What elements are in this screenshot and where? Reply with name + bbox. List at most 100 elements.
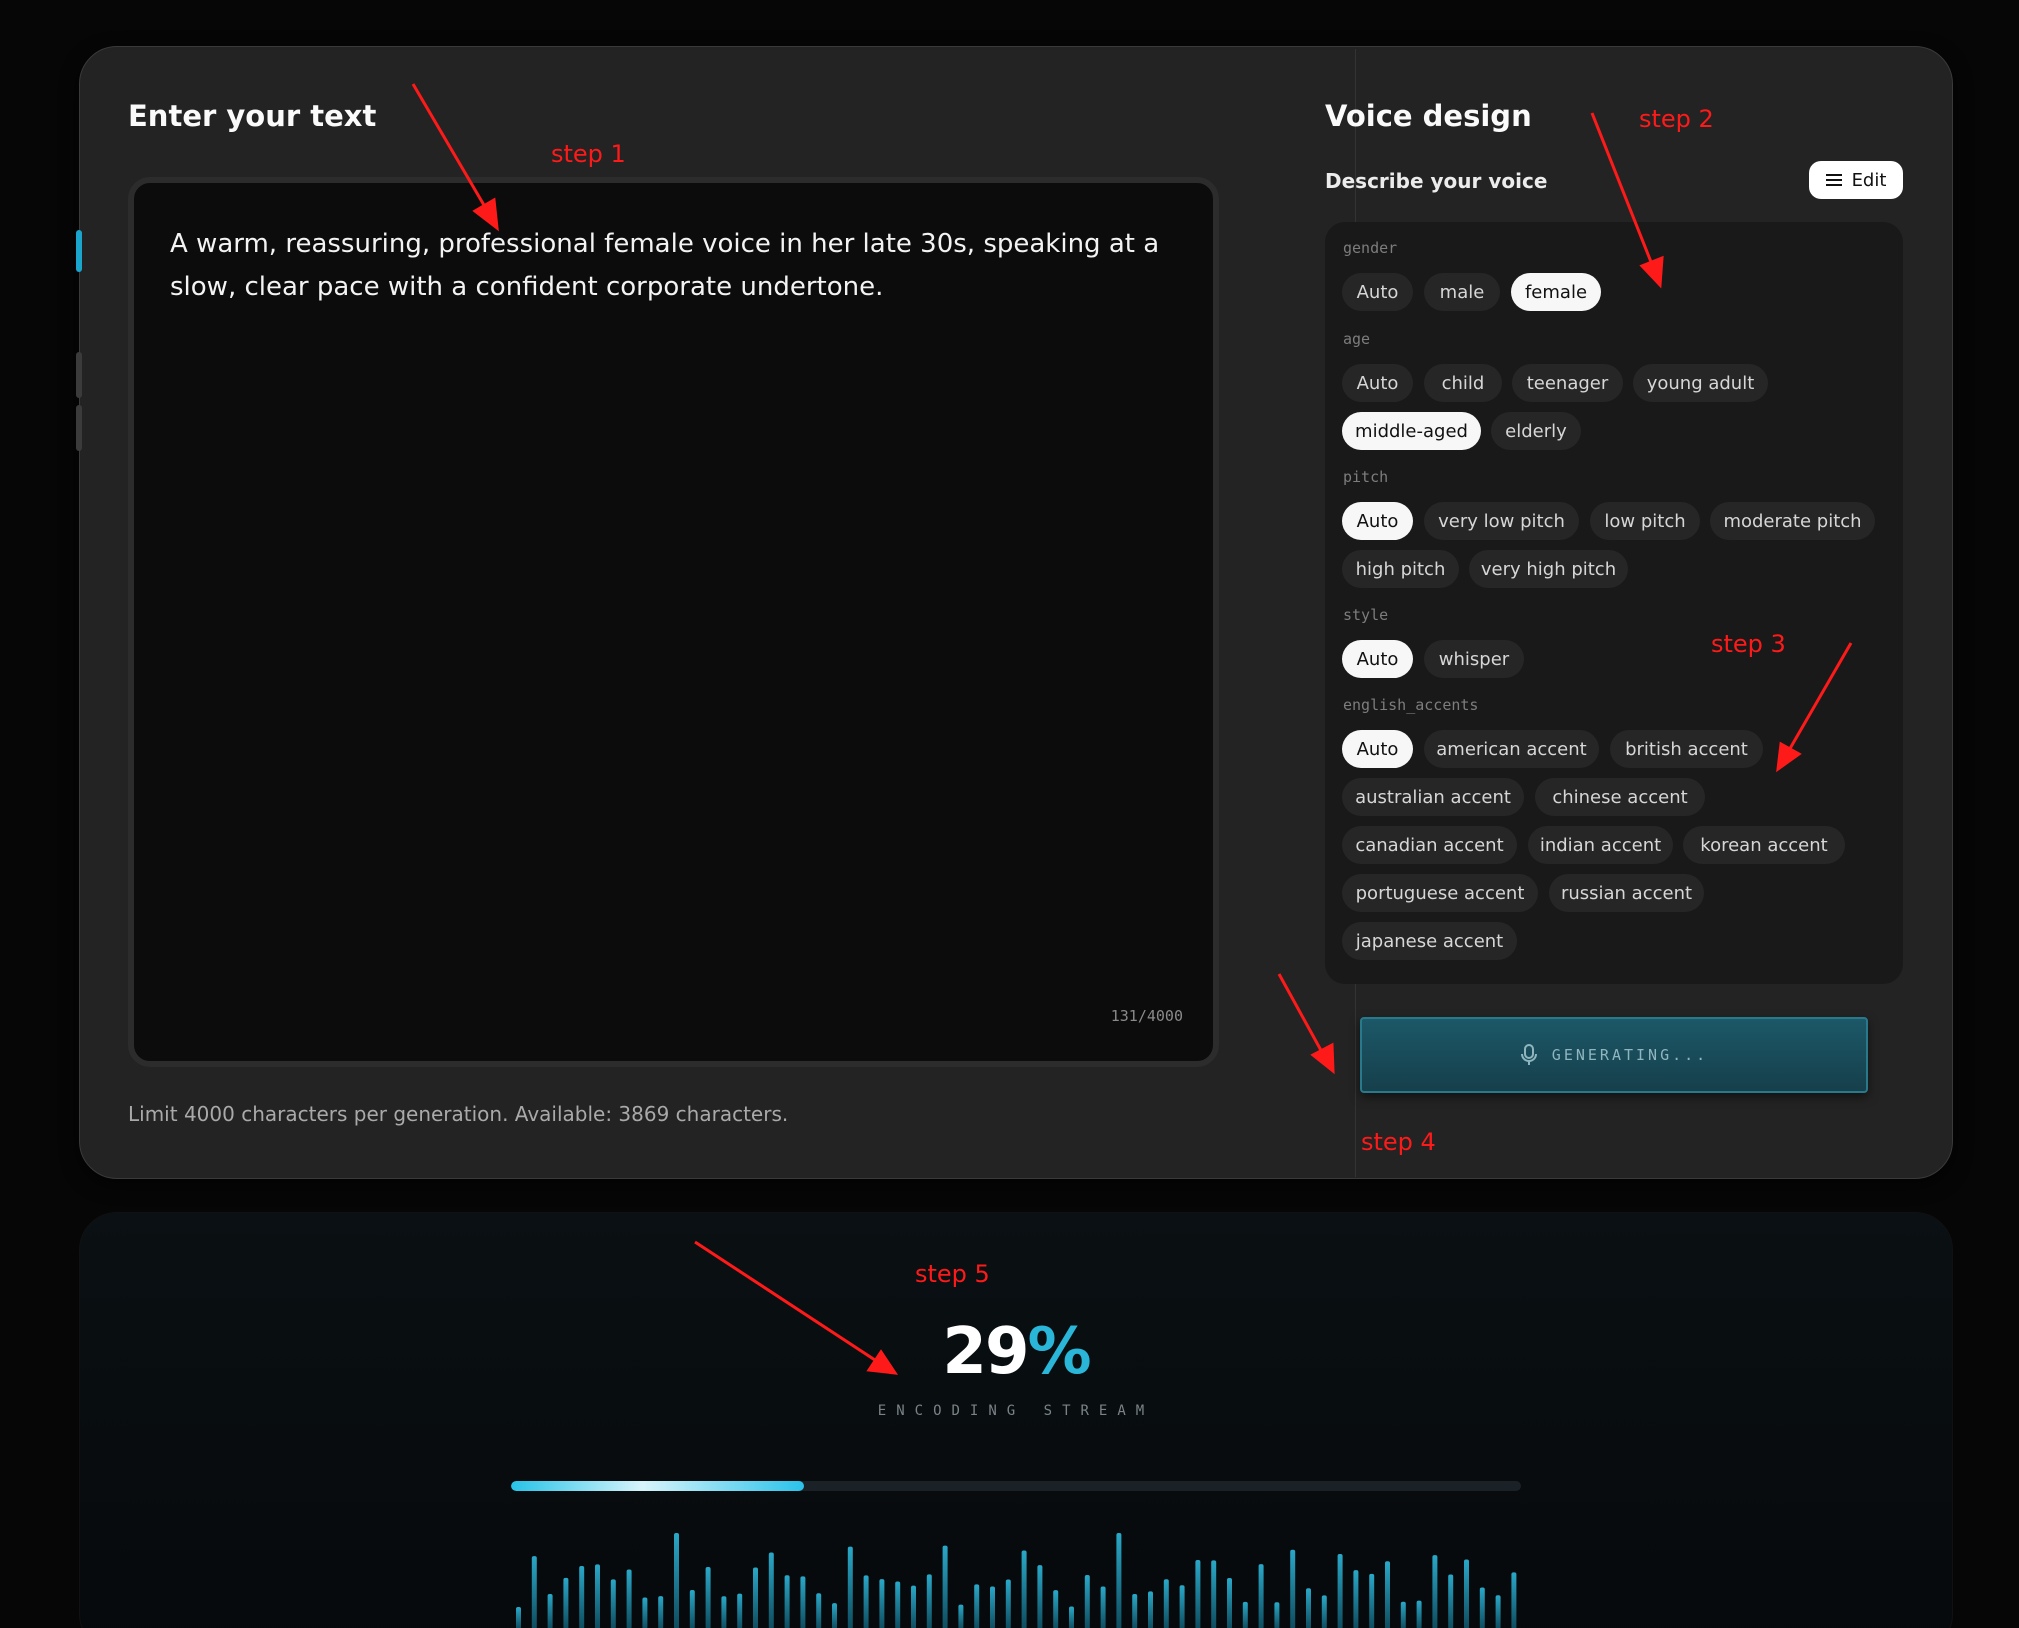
waveform-bar [1148, 1591, 1153, 1628]
waveform-bar [658, 1596, 664, 1628]
waveform-bar [1337, 1553, 1343, 1628]
waveform-bar [1100, 1586, 1106, 1628]
side-tab[interactable] [76, 352, 82, 398]
accent-chip-british[interactable]: british accent [1610, 730, 1763, 768]
accent-chip-auto[interactable]: Auto [1342, 730, 1413, 768]
waveform-bar [926, 1574, 932, 1628]
waveform-bar [1227, 1578, 1232, 1628]
audio-waveform [516, 1533, 1517, 1628]
waveform-bar [1258, 1564, 1264, 1628]
accent-chip-japanese[interactable]: japanese accent [1342, 922, 1517, 960]
progress-bar-fill [511, 1481, 804, 1491]
side-tab[interactable] [76, 405, 82, 451]
waveform-bar [1242, 1601, 1248, 1628]
waveform-bar [1290, 1549, 1296, 1628]
waveform-bar [1179, 1585, 1185, 1628]
waveform-bar [1037, 1565, 1043, 1628]
waveform-bar [784, 1575, 790, 1628]
pitch-chip-moderate[interactable]: moderate pitch [1710, 502, 1875, 540]
waveform-bar [1084, 1575, 1090, 1628]
annotation-step-1: step 1 [551, 140, 626, 168]
generate-button[interactable]: GENERATING... [1360, 1017, 1868, 1093]
waveform-bar [547, 1594, 553, 1628]
waveform-bar [1163, 1579, 1169, 1628]
waveform-bar [1511, 1572, 1517, 1628]
waveform-bar [1448, 1574, 1454, 1628]
progress-percent-sign: % [1027, 1315, 1091, 1389]
age-chip-young-adult[interactable]: young adult [1633, 364, 1768, 402]
waveform-bar [563, 1577, 569, 1628]
progress-percent: 29% [80, 1315, 1952, 1389]
style-chip-auto[interactable]: Auto [1342, 640, 1413, 678]
pitch-label: pitch [1343, 468, 1389, 486]
waveform-bar [847, 1546, 853, 1628]
waveform-bar [1400, 1601, 1406, 1628]
gender-chip-male[interactable]: male [1424, 273, 1500, 311]
waveform-bar [595, 1564, 600, 1628]
age-chip-middle-aged[interactable]: middle-aged [1342, 412, 1481, 450]
waveform-bar [1416, 1600, 1422, 1628]
waveform-bar [1321, 1595, 1327, 1628]
pitch-chip-very-low[interactable]: very low pitch [1424, 502, 1579, 540]
accent-chip-australian[interactable]: australian accent [1342, 778, 1524, 816]
accent-chip-canadian[interactable]: canadian accent [1342, 826, 1517, 864]
waveform-bar [958, 1604, 964, 1628]
side-tab-active[interactable] [76, 230, 82, 272]
gender-chip-auto[interactable]: Auto [1342, 273, 1413, 311]
style-label: style [1343, 606, 1389, 624]
waveform-bar [737, 1593, 743, 1628]
text-section-title: Enter your text [128, 99, 377, 133]
gender-label: gender [1343, 239, 1398, 257]
microphone-icon [1520, 1044, 1537, 1065]
accent-chip-portuguese[interactable]: portuguese accent [1342, 874, 1538, 912]
age-chip-teenager[interactable]: teenager [1512, 364, 1623, 402]
generate-button-label: GENERATING... [1551, 1046, 1709, 1064]
accent-chip-american[interactable]: american accent [1424, 730, 1599, 768]
edit-button[interactable]: Edit [1809, 161, 1903, 199]
progress-bar [511, 1481, 1521, 1491]
annotation-step-2: step 2 [1639, 105, 1714, 133]
text-editor[interactable]: A warm, reassuring, professional female … [128, 177, 1219, 1067]
waveform-bar [1495, 1595, 1501, 1628]
waveform-bar [1116, 1533, 1122, 1628]
age-chip-child[interactable]: child [1424, 364, 1502, 402]
menu-icon [1825, 174, 1842, 186]
voice-options-panel: gender Auto male female age Auto child t… [1325, 222, 1903, 984]
age-chip-elderly[interactable]: elderly [1491, 412, 1581, 450]
waveform-bar [1306, 1588, 1311, 1628]
age-chip-auto[interactable]: Auto [1342, 364, 1413, 402]
accent-chip-russian[interactable]: russian accent [1549, 874, 1704, 912]
waveform-bar [516, 1607, 521, 1628]
waveform-bar [1053, 1590, 1059, 1628]
character-limit-note: Limit 4000 characters per generation. Av… [128, 1102, 789, 1126]
waveform-bar [800, 1576, 806, 1628]
english-accents-label: english_accents [1343, 696, 1479, 714]
waveform-bar [721, 1596, 727, 1628]
waveform-bar [768, 1552, 774, 1628]
gender-chip-female[interactable]: female [1511, 273, 1601, 311]
waveform-bar [1353, 1570, 1359, 1628]
style-chip-whisper[interactable]: whisper [1424, 640, 1524, 678]
waveform-bar [1274, 1602, 1280, 1628]
waveform-bar [642, 1597, 648, 1628]
waveform-bar [895, 1581, 901, 1628]
waveform-bar [1385, 1561, 1390, 1628]
waveform-bar [674, 1533, 679, 1628]
describe-voice-label: Describe your voice [1325, 169, 1548, 193]
accent-chip-chinese[interactable]: chinese accent [1535, 778, 1705, 816]
progress-panel: 29% ENCODING STREAM [79, 1212, 1953, 1628]
accent-chip-korean[interactable]: korean accent [1683, 826, 1845, 864]
waveform-bar [832, 1603, 837, 1628]
accent-chip-indian[interactable]: indian accent [1528, 826, 1673, 864]
annotation-step-4: step 4 [1361, 1128, 1436, 1156]
pitch-chip-high[interactable]: high pitch [1342, 550, 1459, 588]
waveform-bar [1464, 1559, 1469, 1628]
edit-button-label: Edit [1851, 169, 1887, 191]
waveform-bar [1021, 1550, 1027, 1628]
pitch-chip-auto[interactable]: Auto [1342, 502, 1413, 540]
pitch-chip-low[interactable]: low pitch [1590, 502, 1700, 540]
waveform-bar [990, 1586, 995, 1628]
pitch-chip-very-high[interactable]: very high pitch [1469, 550, 1628, 588]
editor-text[interactable]: A warm, reassuring, professional female … [170, 223, 1170, 309]
waveform-bar [911, 1585, 916, 1628]
